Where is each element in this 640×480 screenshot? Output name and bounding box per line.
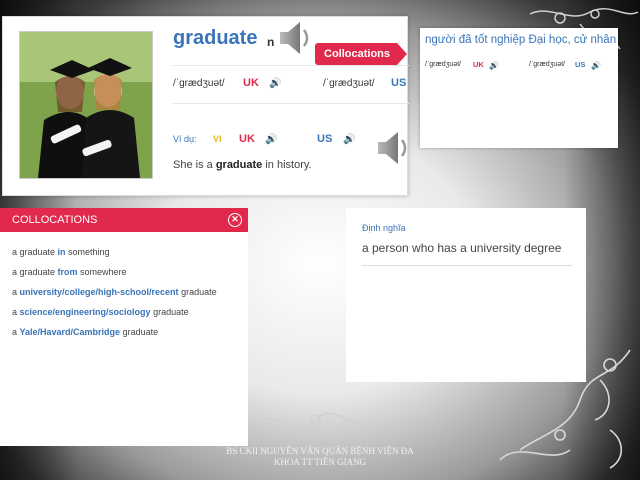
footer-line-2: KHOA TT TIỀN GIANG bbox=[273, 457, 367, 467]
translation-card: người đã tốt nghiệp Đại học, cử nhân /ˈɡ… bbox=[420, 28, 618, 148]
list-item: a Yale/Havard/Cambridge graduate bbox=[12, 327, 159, 337]
uk-label: UK bbox=[243, 77, 259, 89]
pron-uk: /ˈɡrædʒuət/ bbox=[173, 78, 225, 89]
us-label: US bbox=[391, 77, 407, 89]
collocations-header: COLLOCATIONS ✕ bbox=[0, 208, 248, 232]
list-item: a science/engineering/sociology graduate bbox=[12, 307, 189, 317]
divider bbox=[173, 103, 409, 104]
vi-label[interactable]: VI bbox=[213, 134, 222, 144]
definition-card: Định nghĩa a person who has a university… bbox=[346, 208, 586, 382]
collocations-title: COLLOCATIONS bbox=[12, 214, 98, 226]
speaker-icon[interactable]: 🔊 bbox=[591, 61, 601, 70]
us-label[interactable]: US bbox=[317, 133, 332, 145]
close-icon[interactable]: ✕ bbox=[228, 213, 242, 227]
collocations-list: a graduate in something a graduate from … bbox=[0, 232, 248, 342]
example-row: Ví dụ: VI UK 🔊 US 🔊 bbox=[173, 133, 373, 150]
speaker-icon[interactable] bbox=[374, 128, 414, 168]
speaker-icon[interactable]: 🔊 bbox=[489, 61, 499, 70]
uk-label[interactable]: UK bbox=[239, 133, 255, 145]
definition-text: a person who has a university degree bbox=[362, 241, 562, 255]
list-item: a graduate from somewhere bbox=[12, 267, 127, 277]
pron-uk: /ˈɡrædʒuət/ bbox=[425, 61, 462, 68]
headword: graduate bbox=[173, 27, 258, 49]
speaker-icon[interactable] bbox=[276, 18, 316, 58]
us-label: US bbox=[575, 60, 586, 69]
word-card: graduate n Collocations /ˈɡrædʒuət/ UK 🔊… bbox=[2, 16, 409, 196]
list-item: a graduate in something bbox=[12, 247, 110, 257]
speaker-icon[interactable]: 🔊 bbox=[265, 134, 277, 145]
definition-label: Định nghĩa bbox=[362, 223, 406, 233]
translation-text: người đã tốt nghiệp Đại học, cử nhân bbox=[425, 34, 617, 46]
translation-pronunciation-row: /ˈɡrædʒuət/ UK 🔊 /ˈɡrædʒuət/ US 🔊 bbox=[425, 60, 615, 75]
example-label: Ví dụ: bbox=[173, 134, 197, 144]
divider bbox=[362, 265, 572, 266]
slide-footer: BS CKII NGUYỄN VĂN QUÂN BỆNH VIỆN ĐA KHO… bbox=[200, 446, 440, 468]
collocations-panel: COLLOCATIONS ✕ a graduate in something a… bbox=[0, 208, 248, 446]
collocations-button[interactable]: Collocations bbox=[315, 43, 407, 65]
uk-label: UK bbox=[473, 60, 484, 69]
ornament-bottom-left bbox=[254, 413, 376, 428]
speaker-icon[interactable]: 🔊 bbox=[343, 134, 355, 145]
pron-us: /ˈɡrædʒuət/ bbox=[323, 78, 375, 89]
speaker-icon[interactable]: 🔊 bbox=[269, 78, 281, 89]
divider bbox=[173, 65, 409, 66]
pron-us: /ˈɡrædʒuət/ bbox=[529, 61, 566, 68]
list-item: a university/college/high-school/recent … bbox=[12, 287, 217, 297]
part-of-speech: n bbox=[267, 35, 275, 49]
footer-line-1: BS CKII NGUYỄN VĂN QUÂN BỆNH VIỆN ĐA bbox=[226, 446, 414, 456]
pronunciation-row: /ˈɡrædʒuət/ UK 🔊 /ˈɡrædʒuət/ US bbox=[173, 77, 407, 98]
graduates-photo bbox=[19, 31, 153, 179]
example-sentence: She is a graduate in history. bbox=[173, 159, 312, 171]
